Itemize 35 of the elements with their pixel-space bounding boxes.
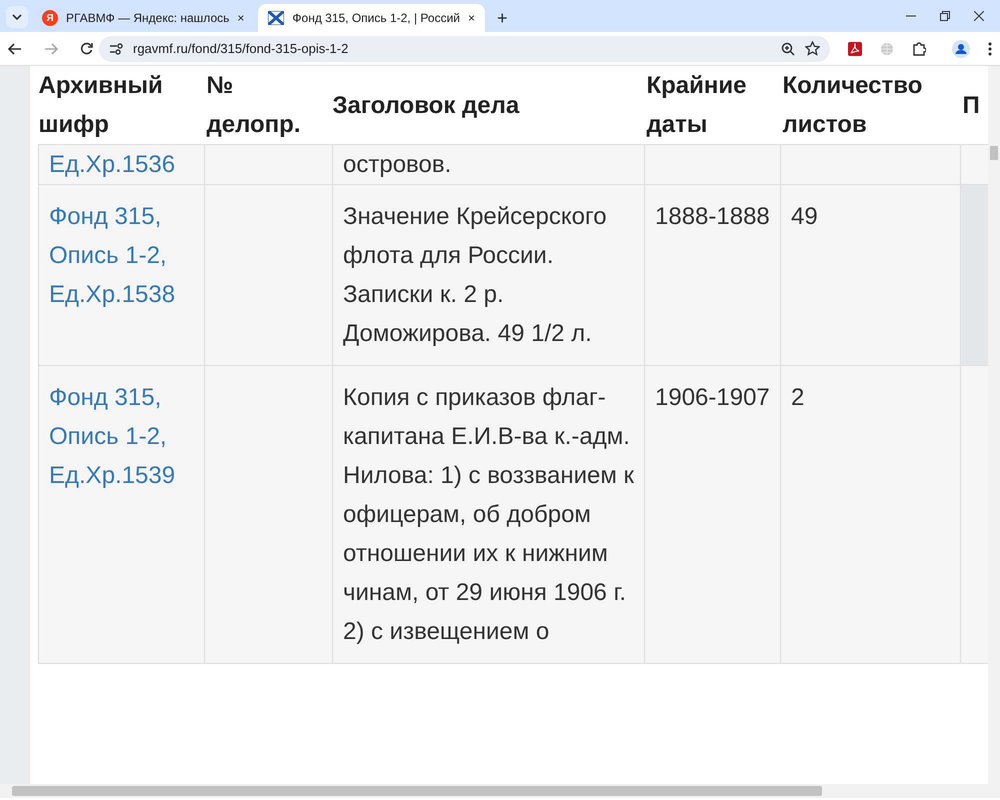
- browser-tab[interactable]: Фонд 315, Опись 1-2, | Россий ×: [258, 4, 485, 32]
- profile-avatar-icon[interactable]: [952, 40, 970, 58]
- tab-title: РГАВМФ — Яндекс: нашлось: [66, 10, 230, 27]
- close-tab-button[interactable]: ×: [468, 9, 475, 27]
- site-settings-icon: [109, 42, 123, 54]
- vertical-scrollbar[interactable]: [988, 66, 1000, 784]
- table-cell-text: 1888-1888: [655, 203, 770, 230]
- table-cell-text: Значение Крейсерского флота для России. Записки к. 2 р. Доможирова. 49 1/2 л.: [343, 203, 607, 347]
- address-bar[interactable]: rgavmf.ru/fond/315/fond-315-opis-1-2: [99, 36, 830, 62]
- table-cell-text: 1906-1907: [655, 384, 770, 411]
- table-cell-text: 2: [791, 384, 804, 411]
- horizontal-scrollbar[interactable]: [0, 784, 1000, 798]
- close-icon[interactable]: [974, 11, 984, 21]
- chevron-down-icon: [12, 14, 22, 20]
- back-icon[interactable]: [8, 42, 22, 54]
- yandex-favicon-icon: Я: [42, 10, 58, 26]
- puzzle-icon[interactable]: [912, 42, 926, 56]
- star-icon[interactable]: [805, 41, 820, 56]
- zoom-icon[interactable]: [781, 42, 795, 56]
- table-cell-text: островов.: [343, 151, 452, 178]
- reload-icon[interactable]: [80, 42, 93, 55]
- tab-menu-button[interactable]: [6, 6, 28, 28]
- scroll-thumb[interactable]: [12, 786, 822, 796]
- close-tab-button[interactable]: ×: [237, 9, 244, 27]
- flag-favicon-icon: [268, 11, 284, 25]
- table-cell-text: Копия с приказов флаг-капитана Е.И.В-ва к.-адм. Нилова: 1) с воззванием к офицерам, об добром отношении их к нижним чинам, от 29 июня 1906 г. 2) с извещением о: [343, 384, 634, 645]
- restore-icon[interactable]: [940, 11, 950, 21]
- browser-tab[interactable]: Я РГАВМФ — Яндекс: нашлось ×: [32, 4, 254, 32]
- tab-title: Фонд 315, Опись 1-2, | Россий: [292, 10, 460, 27]
- scroll-thumb[interactable]: [990, 146, 998, 160]
- more-menu-icon[interactable]: [988, 42, 992, 56]
- new-tab-button[interactable]: +: [489, 5, 516, 32]
- table-cell-text: 49: [791, 203, 818, 230]
- pdf-extension-icon[interactable]: [848, 42, 862, 56]
- url-text: rgavmf.ru/fond/315/fond-315-opis-1-2: [133, 40, 350, 58]
